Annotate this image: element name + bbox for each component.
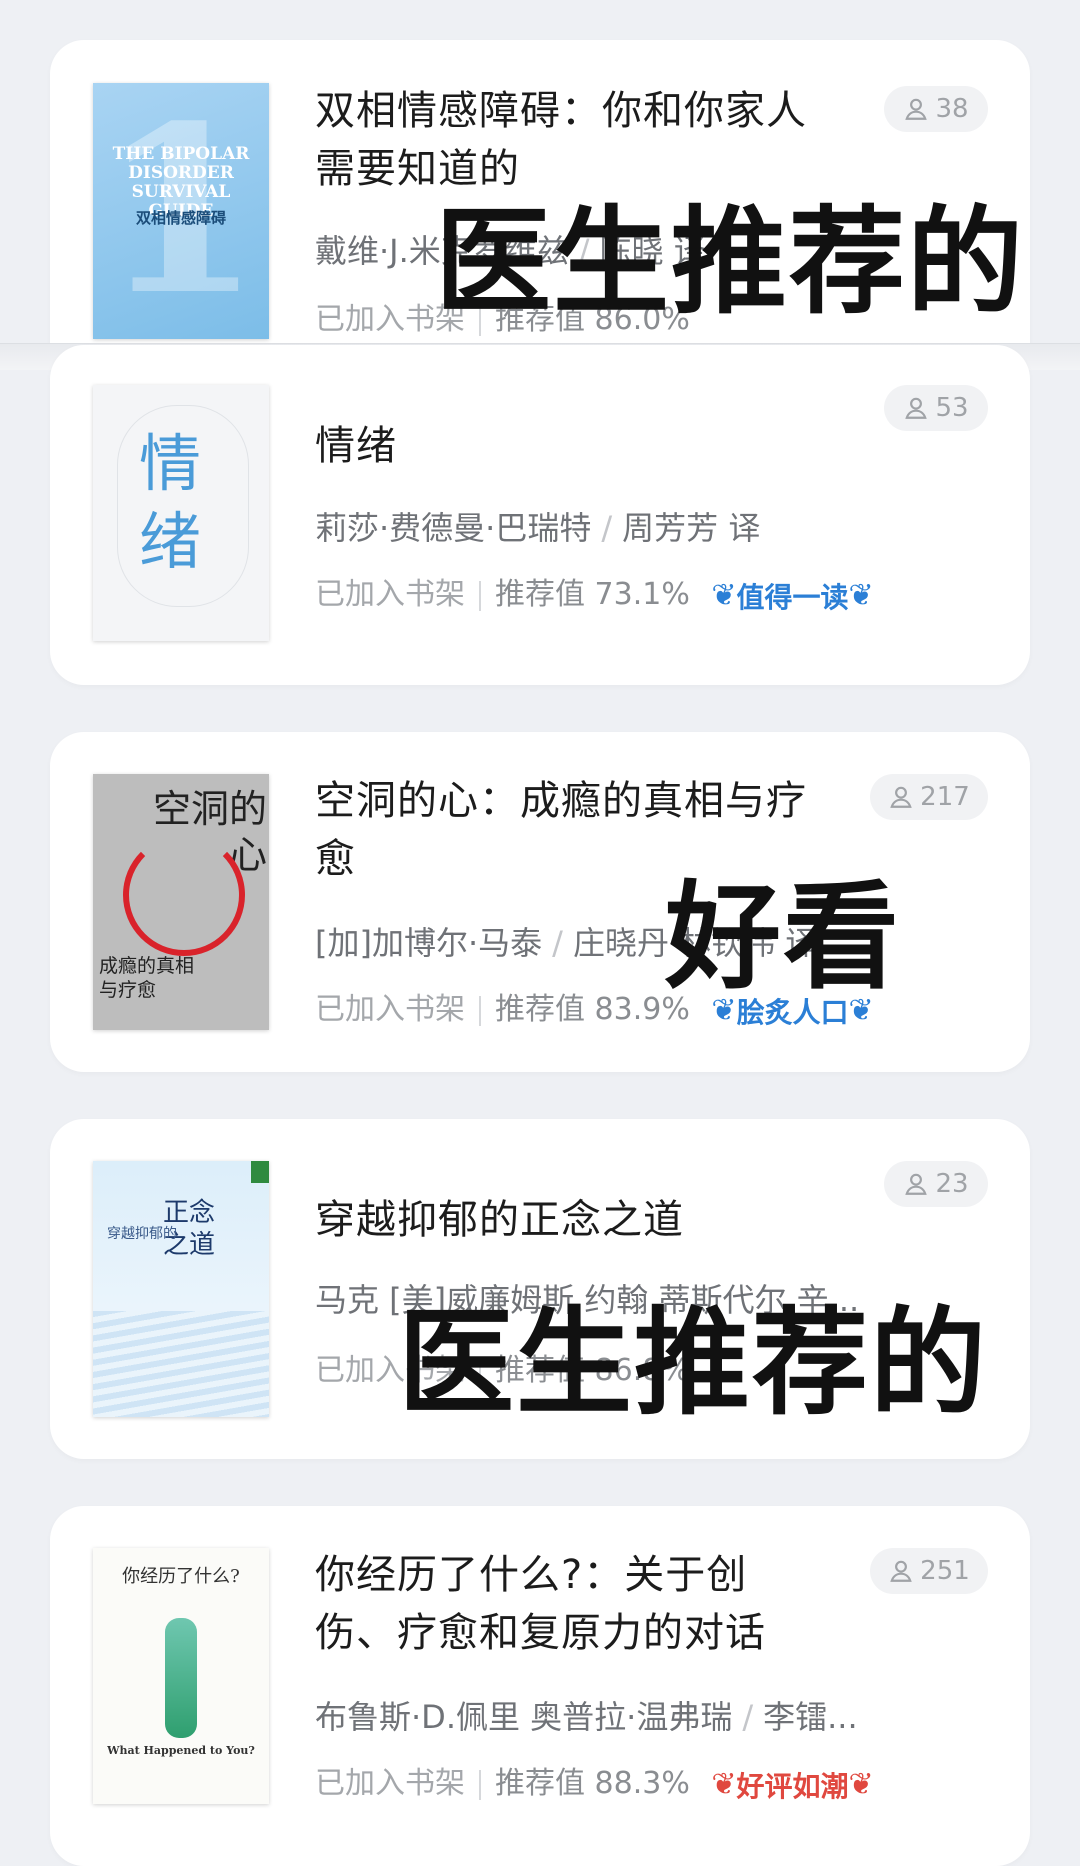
book-author: 布鲁斯·D.佩里 奥普拉·温弗瑞 / 李镭... <box>315 1698 858 1736</box>
cover-subtitle: 双相情感障碍 <box>135 209 226 227</box>
book-cover[interactable]: 空洞的心 成瘾的真相与疗愈 <box>93 774 269 1030</box>
reader-count[interactable]: 23 <box>884 1161 988 1207</box>
cover-subtitle: 穿越抑郁的 <box>107 1226 177 1242</box>
overlay-caption: 医生推荐的 <box>398 1296 988 1431</box>
cover-title: 你经历了什么? <box>122 1566 240 1587</box>
book-cover[interactable]: 1 THE BIPOLAR DISORDER SURVIVAL GUIDE 双相… <box>93 83 269 339</box>
laurel-icon: ❦ <box>711 1767 737 1802</box>
book-cover[interactable]: 你经历了什么? What Happened to You? <box>93 1548 269 1804</box>
book-card[interactable]: 你经历了什么? What Happened to You? 你经历了什么?：关于… <box>50 1506 1030 1866</box>
reader-count[interactable]: 38 <box>884 86 988 132</box>
book-cover[interactable]: 情绪 <box>93 385 269 641</box>
badge-worth-reading: ❦ 值得一读 ❦ <box>711 578 874 614</box>
shelf-status: 已加入书架 <box>315 1766 465 1801</box>
rating: 推荐值 83.9% <box>495 992 690 1027</box>
shelf-status: 已加入书架 <box>315 577 465 612</box>
reader-count[interactable]: 53 <box>884 385 988 431</box>
book-cover[interactable]: 正念之道 穿越抑郁的 <box>93 1161 269 1417</box>
book-card[interactable]: 情绪 情绪 莉莎·费德曼·巴瑞特 / 周芳芳 译 已加入书架 推荐值 73.1% ❦ 值… <box>50 345 1030 685</box>
overlay-caption: 医生推荐的 <box>435 195 1025 330</box>
person-icon <box>905 98 928 120</box>
laurel-icon: ❦ <box>848 1767 874 1802</box>
book-meta: 已加入书架 推荐值 88.3% ❦ 好评如潮 ❦ <box>315 1758 874 1805</box>
shelf-status: 已加入书架 <box>315 992 465 1027</box>
person-icon <box>890 786 912 808</box>
laurel-icon: ❦ <box>848 578 874 613</box>
cover-subtitle: 成瘾的真相与疗愈 <box>99 955 195 1001</box>
book-title[interactable]: 你经历了什么?：关于创伤、疗愈和复原力的对话 <box>315 1546 815 1662</box>
book-title[interactable]: 穿越抑郁的正念之道 <box>315 1191 815 1249</box>
book-title[interactable]: 双相情感障碍：你和你家人需要知道的 <box>315 82 815 198</box>
cover-subtitle: What Happened to You? <box>107 1744 255 1757</box>
book-meta: 已加入书架 推荐值 73.1% ❦ 值得一读 ❦ <box>315 569 874 616</box>
person-icon <box>905 1173 928 1195</box>
book-title[interactable]: 情绪 <box>315 417 815 475</box>
laurel-icon: ❦ <box>711 578 737 613</box>
reader-count[interactable]: 251 <box>870 1548 988 1594</box>
reader-count[interactable]: 217 <box>870 774 988 820</box>
overlay-caption: 好看 <box>665 870 901 1005</box>
person-icon <box>905 397 928 419</box>
person-icon <box>890 1560 912 1582</box>
book-author: 莉莎·费德曼·巴瑞特 / 周芳芳 译 <box>315 509 761 547</box>
badge-acclaimed: ❦ 好评如潮 ❦ <box>711 1767 874 1803</box>
rating: 推荐值 88.3% <box>495 1766 690 1801</box>
rating: 推荐值 73.1% <box>495 577 690 612</box>
